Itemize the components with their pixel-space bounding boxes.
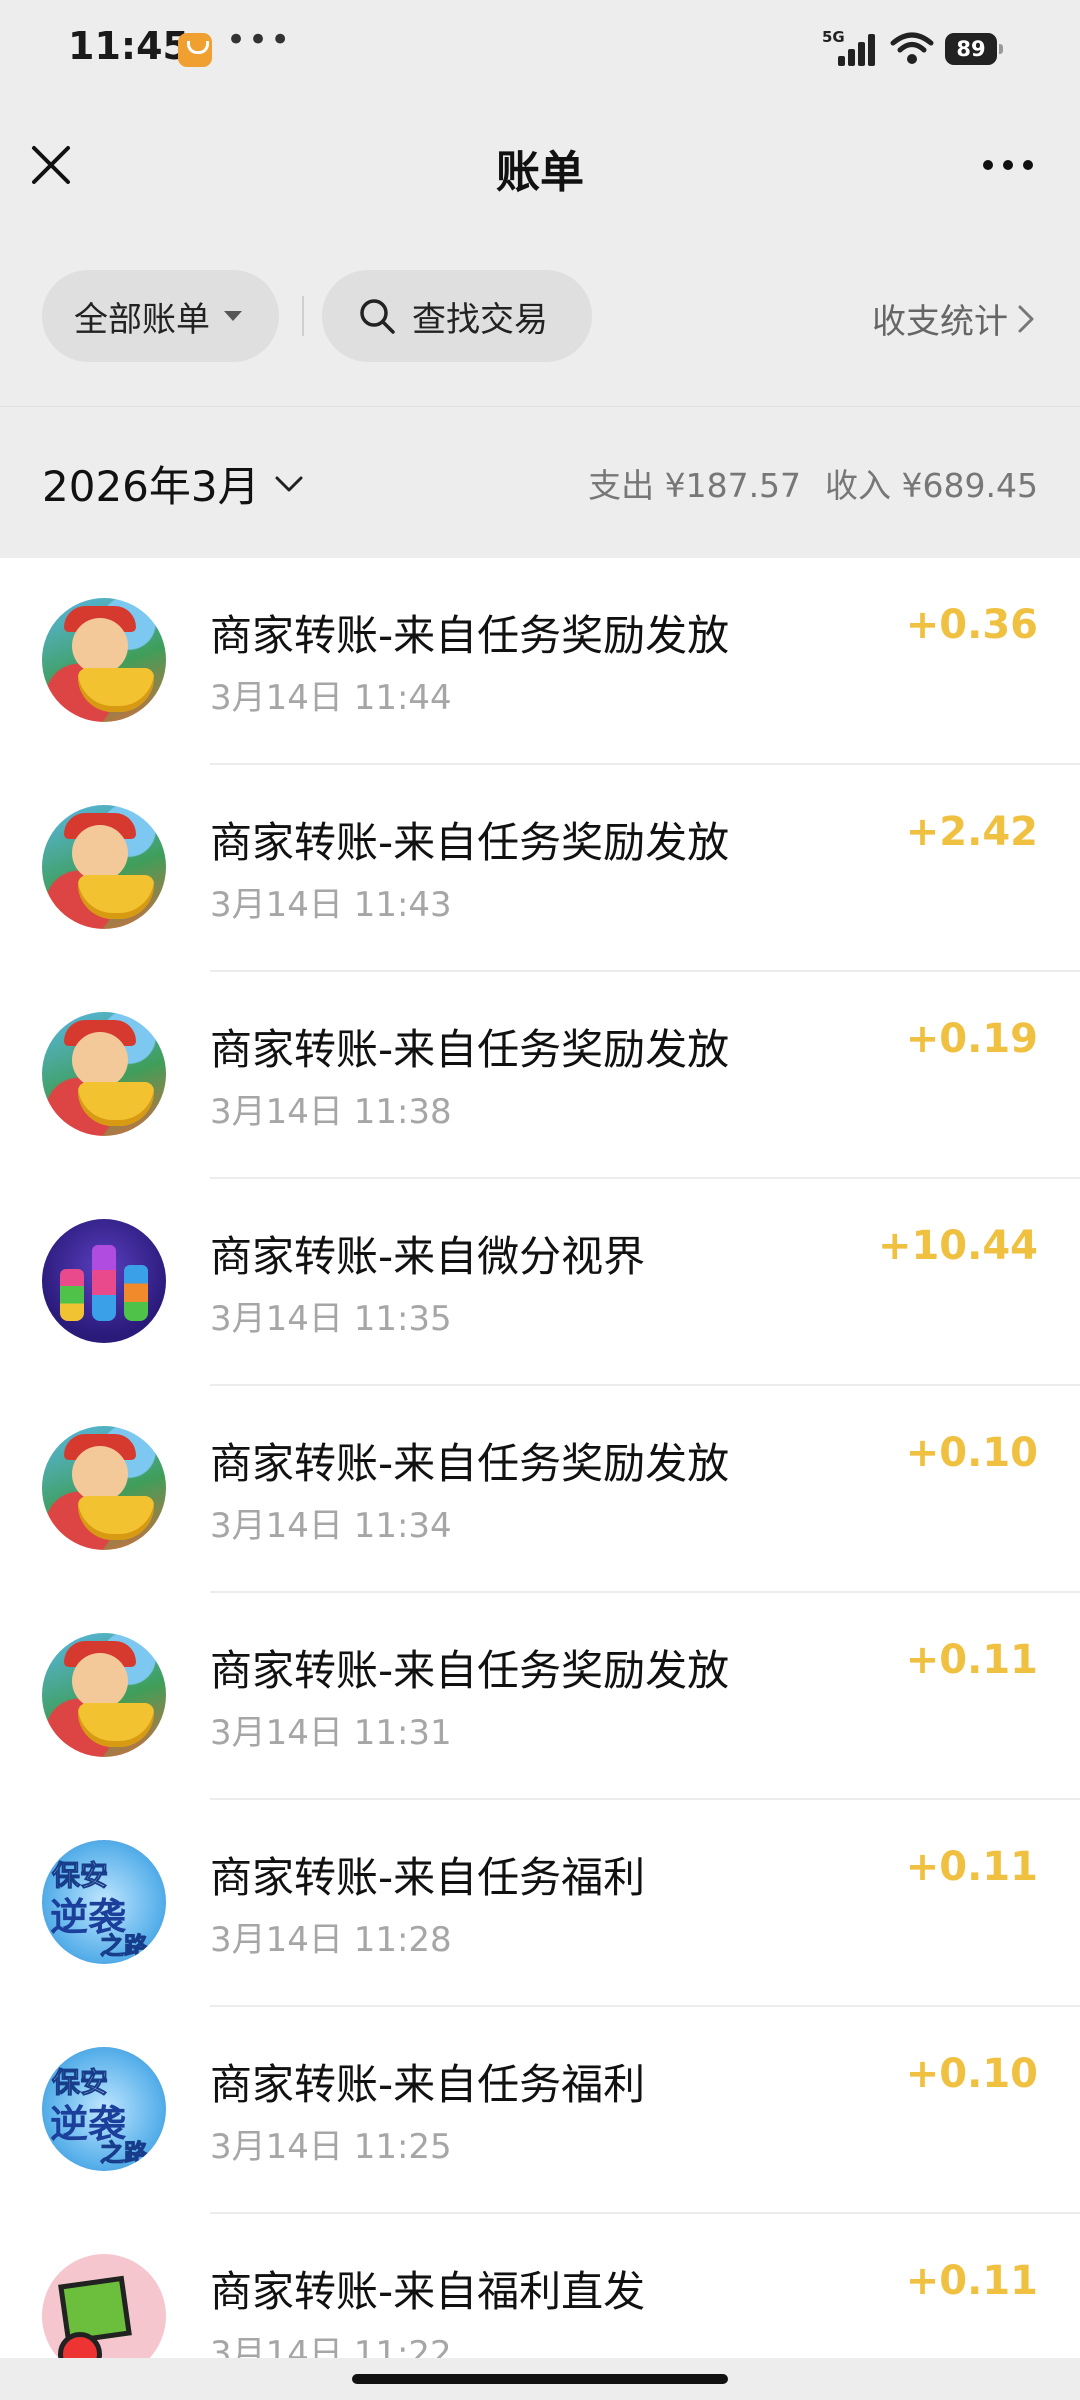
search-transactions-button[interactable]: 查找交易: [322, 270, 592, 362]
navigation-bar: [0, 2358, 1080, 2400]
merchant-avatar-god-of-wealth: [42, 1012, 166, 1136]
filter-bar: 全部账单 查找交易 收支统计: [0, 270, 1080, 364]
status-time: 11:45: [68, 24, 189, 68]
transaction-title: 商家转账-来自任务福利: [210, 2060, 646, 2109]
month-summary: 支出 ¥187.57 收入 ¥689.45: [564, 459, 1038, 507]
transaction-title: 商家转账-来自任务奖励发放: [210, 611, 730, 660]
transaction-list: 商家转账-来自任务奖励发放 3月14日 11:44 +0.36 商家转账-来自任…: [0, 558, 1080, 2358]
transaction-time: 3月14日 11:22: [210, 2334, 452, 2358]
transaction-amount: +0.11: [905, 1637, 1038, 1683]
merchant-avatar-god-of-wealth: [42, 598, 166, 722]
transaction-amount: +0.11: [905, 2258, 1038, 2304]
transaction-time: 3月14日 11:28: [210, 1920, 452, 1960]
transaction-row[interactable]: 保安 逆袭 之路 商家转账-来自任务福利 3月14日 11:28 +0.11: [0, 1800, 1080, 2007]
divider: [302, 296, 304, 336]
transaction-time: 3月14日 11:35: [210, 1299, 452, 1339]
chevron-right-icon: [1018, 305, 1034, 332]
avatar-text: 之路: [100, 2139, 149, 2168]
transaction-amount: +2.42: [905, 809, 1038, 855]
merchant-avatar-god-of-wealth: [42, 805, 166, 929]
transaction-time: 3月14日 11:43: [210, 885, 452, 925]
more-notifications-icon: •••: [226, 20, 293, 60]
search-label: 查找交易: [412, 299, 548, 340]
transaction-title: 商家转账-来自任务福利: [210, 1853, 646, 1902]
transaction-row[interactable]: 商家转账-来自任务奖励发放 3月14日 11:43 +2.42: [0, 765, 1080, 972]
month-selector[interactable]: 2026年3月: [42, 453, 304, 514]
avatar-text: 之路: [100, 1932, 149, 1961]
page-title: 账单: [496, 147, 584, 198]
month-label: 2026年3月: [42, 462, 260, 511]
transaction-amount: +10.44: [877, 1223, 1038, 1269]
merchant-avatar-guard-comeback: 保安 逆袭 之路: [42, 1840, 166, 1964]
transaction-title: 商家转账-来自任务奖励发放: [210, 818, 730, 867]
merchant-avatar-god-of-wealth: [42, 1426, 166, 1550]
search-icon: [360, 299, 395, 334]
home-indicator[interactable]: [352, 2374, 728, 2384]
merchant-avatar-welfare-direct: [42, 2254, 166, 2358]
transaction-title: 商家转账-来自微分视界: [210, 1232, 646, 1281]
transaction-row[interactable]: 保安 逆袭 之路 商家转账-来自任务福利 3月14日 11:25 +0.10: [0, 2007, 1080, 2214]
transaction-time: 3月14日 11:34: [210, 1506, 452, 1546]
transaction-title: 商家转账-来自任务奖励发放: [210, 1025, 730, 1074]
income-expense-stats-link[interactable]: 收支统计: [872, 294, 1036, 343]
transaction-row[interactable]: 商家转账-来自福利直发 3月14日 11:22 +0.11: [0, 2214, 1080, 2358]
transaction-time: 3月14日 11:38: [210, 1092, 452, 1132]
month-income: 收入 ¥689.45: [825, 466, 1038, 505]
month-header: 2026年3月 支出 ¥187.57 收入 ¥689.45: [0, 406, 1080, 559]
merchant-avatar-guard-comeback: 保安 逆袭 之路: [42, 2047, 166, 2171]
transaction-time: 3月14日 11:25: [210, 2127, 452, 2167]
notification-app-icon: [178, 33, 212, 67]
all-bills-label: 全部账单: [74, 299, 210, 340]
transaction-row[interactable]: 商家转账-来自任务奖励发放 3月14日 11:44 +0.36: [0, 558, 1080, 765]
transaction-time: 3月14日 11:44: [210, 678, 452, 718]
transaction-row[interactable]: 商家转账-来自任务奖励发放 3月14日 11:34 +0.10: [0, 1386, 1080, 1593]
all-bills-filter-button[interactable]: 全部账单: [42, 270, 279, 362]
transaction-row[interactable]: 商家转账-来自任务奖励发放 3月14日 11:31 +0.11: [0, 1593, 1080, 1800]
signal-icon: [836, 32, 880, 66]
transaction-amount: +0.10: [905, 2051, 1038, 2097]
month-expense: 支出 ¥187.57: [588, 466, 802, 505]
transaction-amount: +0.10: [905, 1430, 1038, 1476]
battery-icon: 89: [945, 33, 1003, 65]
merchant-avatar-color-bottles: [42, 1219, 166, 1343]
chevron-down-icon: [275, 476, 303, 491]
transaction-title: 商家转账-来自任务奖励发放: [210, 1439, 730, 1488]
more-icon[interactable]: [980, 150, 1036, 180]
transaction-row[interactable]: 商家转账-来自任务奖励发放 3月14日 11:38 +0.19: [0, 972, 1080, 1179]
wifi-icon: [890, 32, 934, 64]
transaction-time: 3月14日 11:31: [210, 1713, 452, 1753]
stats-label: 收支统计: [872, 302, 1008, 342]
merchant-avatar-god-of-wealth: [42, 1633, 166, 1757]
caret-down-icon: [224, 311, 242, 321]
transaction-amount: +0.19: [905, 1016, 1038, 1062]
title-bar: 账单: [0, 110, 1080, 220]
transaction-title: 商家转账-来自福利直发: [210, 2267, 646, 2316]
transaction-amount: +0.36: [905, 602, 1038, 648]
transaction-amount: +0.11: [905, 1844, 1038, 1890]
status-bar: 11:45 ••• 5G 89: [0, 0, 1080, 100]
transaction-row[interactable]: 商家转账-来自微分视界 3月14日 11:35 +10.44: [0, 1179, 1080, 1386]
transaction-title: 商家转账-来自任务奖励发放: [210, 1646, 730, 1695]
